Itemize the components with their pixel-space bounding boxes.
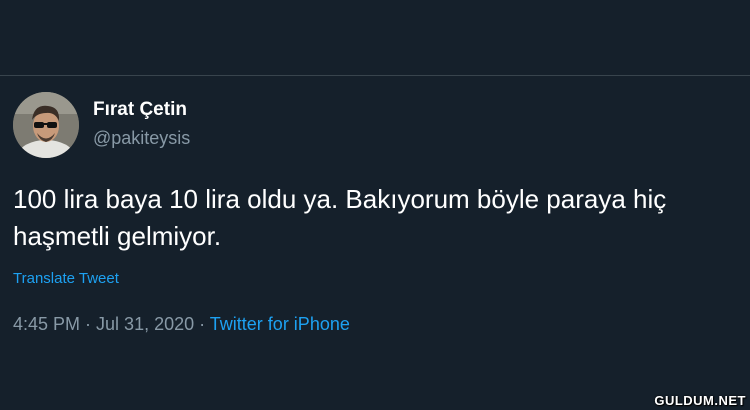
tweet-time[interactable]: 4:45 PM xyxy=(13,314,80,334)
meta-separator: · xyxy=(194,314,210,334)
tweet-text: 100 lira baya 10 lira oldu ya. Bakıyorum… xyxy=(13,184,667,251)
avatar-photo xyxy=(13,92,79,158)
tweet-metadata: 4:45 PM · Jul 31, 2020 · Twitter for iPh… xyxy=(13,312,350,336)
tweet-date[interactable]: Jul 31, 2020 xyxy=(96,314,194,334)
watermark: GULDUM.NET xyxy=(654,393,746,408)
avatar[interactable] xyxy=(13,92,79,158)
top-divider xyxy=(0,75,750,76)
meta-separator: · xyxy=(80,314,97,334)
translate-tweet-link[interactable]: Translate Tweet xyxy=(13,269,119,289)
author-handle[interactable]: @pakiteysis xyxy=(93,127,190,149)
author-display-name[interactable]: Fırat Çetin xyxy=(93,99,187,121)
tweet-source-link[interactable]: Twitter for iPhone xyxy=(210,314,350,334)
